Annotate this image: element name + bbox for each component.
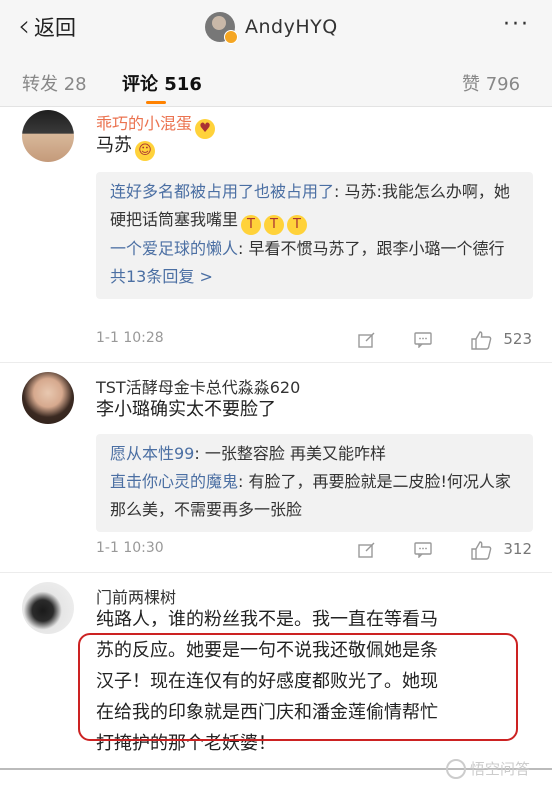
crying-emoji-icon: T [241, 215, 262, 235]
reply-username[interactable]: 直击你心灵的魔鬼 [110, 472, 238, 491]
crying-emoji-icon: T [264, 215, 285, 235]
repost-icon[interactable] [358, 332, 376, 348]
laughing-emoji-icon: ☺ [135, 141, 155, 161]
reply-username[interactable]: 连好多名都被占用了也被占用了 [110, 182, 334, 201]
view-all-replies-link[interactable]: 共13条回复 > [110, 263, 519, 291]
avatar[interactable] [22, 110, 74, 162]
comment-text-line: 纯路人，谁的粉丝我不是。我一直在等看马 [96, 609, 438, 630]
active-tab-indicator [146, 101, 166, 104]
reply-item: 愿从本性99: 一张整容脸 再美又能咋样 [110, 440, 519, 468]
comment-icon[interactable] [414, 332, 432, 348]
comment-text: 马苏 ☺ [96, 130, 155, 161]
thumbs-up-icon[interactable] [470, 330, 492, 350]
more-options-icon[interactable]: ··· [503, 12, 530, 37]
tab-repost[interactable]: 转发 28 [22, 70, 87, 96]
reply-item: 一个爱足球的懒人: 早看不惯马苏了，跟李小璐一个德行 [110, 235, 519, 263]
comment-text: 李小璐确实太不要脸了 [96, 399, 276, 420]
tab-bar: 转发 28 评论 516 赞 796 [0, 56, 552, 107]
watermark: 悟空问答 [445, 758, 530, 779]
back-label: 返回 [34, 16, 76, 40]
divider [0, 362, 552, 363]
comment-time: 1-1 10:28 [96, 330, 164, 346]
comment-time: 1-1 10:30 [96, 540, 164, 556]
heart-eyes-emoji-icon: ♥ [195, 119, 216, 139]
reply-text: : 早看不惯马苏了，跟李小璐一个德行 [238, 239, 505, 258]
divider [0, 572, 552, 573]
like-count: 312 [503, 540, 532, 558]
reply-box[interactable]: 愿从本性99: 一张整容脸 再美又能咋样 直击你心灵的魔鬼: 有脸了，再要脸就是… [96, 434, 533, 532]
repost-icon[interactable] [358, 542, 376, 558]
crying-emoji-icon: T [287, 215, 308, 235]
reply-username[interactable]: 一个爱足球的懒人 [110, 239, 238, 258]
back-button[interactable]: ‹ 返回 [18, 12, 76, 42]
chevron-left-icon: ‹ [18, 9, 30, 44]
reply-username[interactable]: 愿从本性99 [110, 444, 194, 463]
reply-item: 直击你心灵的魔鬼: 有脸了，再要脸就是二皮脸!何况人家那么美，不需要再多一张脸 [110, 468, 519, 524]
comment-meta: 1-1 10:28 523 [96, 330, 536, 352]
thumbs-up-icon[interactable] [470, 540, 492, 560]
watermark-text: 悟空问答 [469, 760, 530, 778]
reply-text: : 一张整容脸 再美又能咋样 [194, 444, 386, 463]
highlight-annotation-box [78, 633, 518, 741]
tab-comments[interactable]: 评论 516 [122, 70, 202, 96]
header-username: AndyHYQ [245, 16, 338, 38]
comment-icon[interactable] [414, 542, 432, 558]
comment-meta: 1-1 10:30 312 [96, 540, 536, 562]
verified-badge-icon [224, 30, 238, 44]
reply-item: 连好多名都被占用了也被占用了: 马苏:我能怎么办啊，她硬把话筒塞我嘴里 T T T [110, 178, 519, 235]
reply-box[interactable]: 连好多名都被占用了也被占用了: 马苏:我能怎么办啊，她硬把话筒塞我嘴里 T T T 一… [96, 172, 533, 299]
avatar[interactable] [22, 582, 74, 634]
wukong-logo-icon [445, 758, 466, 779]
tab-likes[interactable]: 赞 796 [462, 70, 520, 96]
avatar[interactable] [22, 372, 74, 424]
top-bar: ‹ 返回 AndyHYQ ··· [0, 0, 552, 56]
like-count: 523 [503, 330, 532, 348]
